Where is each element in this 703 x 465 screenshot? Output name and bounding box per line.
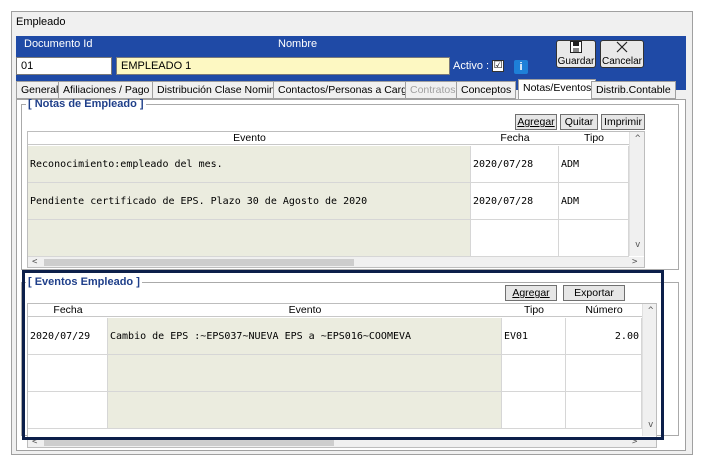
- tab-contratos: Contratos: [405, 81, 461, 99]
- eventos-highlight-frame: [22, 270, 664, 440]
- eventos-scroll-thumb[interactable]: [44, 439, 334, 446]
- notas-tipo-cell[interactable]: ADM: [559, 183, 629, 220]
- window-title: Empleado: [16, 16, 66, 28]
- nombre-label: Nombre: [278, 38, 318, 50]
- activo-checkbox[interactable]: ☑: [492, 60, 505, 73]
- notas-horizontal-scrollbar[interactable]: < >: [28, 257, 644, 267]
- notas-tipo-cell[interactable]: ADM: [559, 146, 629, 183]
- notas-scroll-thumb[interactable]: [44, 259, 354, 266]
- tab-general[interactable]: General: [16, 81, 64, 99]
- notas-quitar-button[interactable]: Quitar: [560, 114, 598, 130]
- table-row[interactable]: [28, 220, 471, 257]
- guardar-label: Guardar: [557, 56, 595, 67]
- notas-imprimir-button[interactable]: Imprimir: [601, 114, 645, 130]
- tab-strip: General Afiliaciones / Pago Distribución…: [16, 79, 686, 99]
- table-row[interactable]: Reconocimiento:empleado del mes.: [28, 146, 471, 183]
- scroll-down-icon[interactable]: v: [635, 240, 640, 250]
- cancelar-label: Cancelar: [601, 56, 643, 67]
- documento-id-label: Documento Id: [24, 38, 93, 50]
- close-icon: [601, 41, 643, 56]
- notas-fecha-cell[interactable]: 2020/07/28: [471, 183, 559, 220]
- nombre-field[interactable]: EMPLEADO 1: [116, 57, 450, 75]
- notas-fecha-cell[interactable]: 2020/07/28: [471, 146, 559, 183]
- notas-grid[interactable]: Evento Fecha Tipo Reconocimiento:emplead…: [27, 131, 645, 268]
- documento-id-field[interactable]: 01: [16, 57, 112, 75]
- notas-vertical-scrollbar[interactable]: ^ v: [629, 132, 644, 256]
- notas-col-fecha[interactable]: Fecha: [471, 132, 559, 145]
- scroll-left-icon[interactable]: <: [32, 257, 37, 267]
- notas-empty-cell[interactable]: [559, 220, 629, 257]
- notas-empty-cell[interactable]: [471, 220, 559, 257]
- tab-conceptos[interactable]: Conceptos: [456, 81, 517, 99]
- notas-agregar-button[interactable]: Agregar: [515, 114, 557, 130]
- guardar-button[interactable]: Guardar: [556, 40, 596, 68]
- tab-afiliaciones-pago[interactable]: Afiliaciones / Pago: [58, 81, 155, 99]
- tab-distribucion-clase-nomina[interactable]: Distribución Clase Nomina: [152, 81, 286, 99]
- activo-label: Activo :: [453, 60, 490, 72]
- scroll-up-icon[interactable]: ^: [635, 134, 640, 144]
- notas-legend: [ Notas de Empleado ]: [28, 98, 144, 110]
- save-icon: [557, 41, 595, 56]
- notas-col-evento[interactable]: Evento: [28, 132, 471, 145]
- tab-contactos[interactable]: Contactos/Personas a Cargo: [273, 81, 418, 99]
- activo-toggle[interactable]: Activo : ☑: [453, 60, 505, 73]
- table-row[interactable]: Pendiente certificado de EPS. Plazo 30 d…: [28, 183, 471, 220]
- cancelar-button[interactable]: Cancelar: [600, 40, 644, 68]
- scroll-right-icon[interactable]: >: [632, 257, 637, 267]
- info-icon[interactable]: i: [514, 60, 528, 74]
- tab-notas-eventos[interactable]: Notas/Eventos: [518, 79, 597, 99]
- notas-col-tipo[interactable]: Tipo: [559, 132, 629, 145]
- tab-distrib-contable[interactable]: Distrib.Contable: [591, 81, 676, 99]
